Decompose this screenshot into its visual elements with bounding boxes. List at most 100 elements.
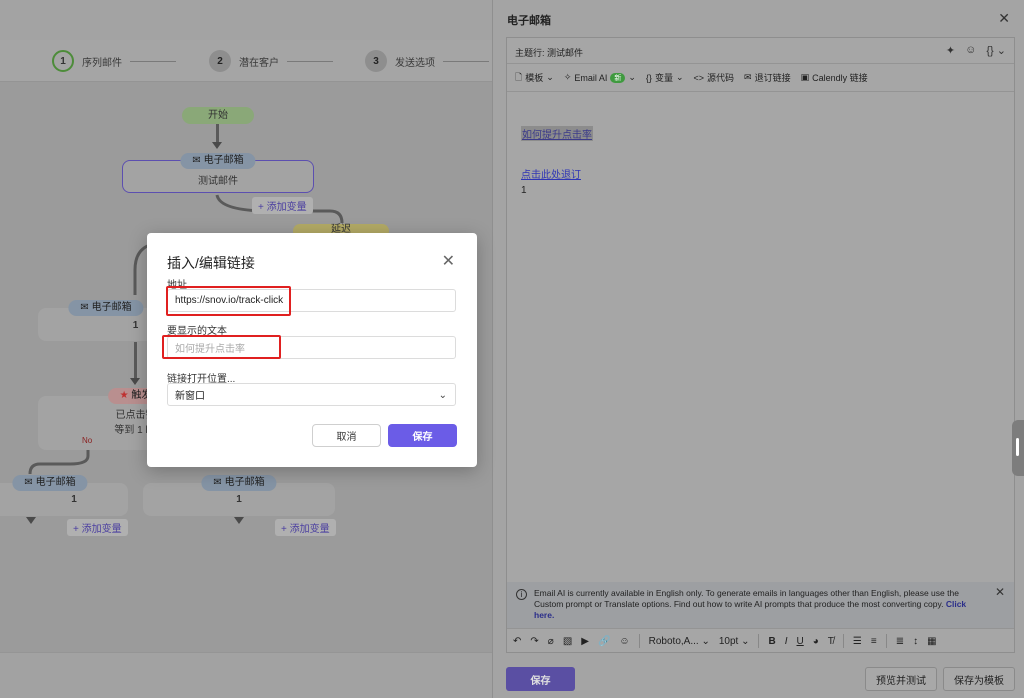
- add-variable-button[interactable]: + 添加变量: [252, 197, 313, 214]
- italic-icon[interactable]: I: [785, 636, 788, 647]
- no-label: No: [82, 436, 93, 445]
- align-icon[interactable]: ≣: [896, 636, 904, 647]
- source-code-button[interactable]: <> 源代码: [694, 71, 735, 84]
- close-icon[interactable]: ✕: [995, 586, 1005, 598]
- new-badge: 新: [610, 72, 626, 83]
- save-button[interactable]: 保存: [506, 667, 575, 691]
- sparkle-icon: ✧: [563, 72, 572, 82]
- calendar-icon: ▣: [800, 72, 810, 82]
- arrow-down-icon: [234, 517, 244, 524]
- close-icon[interactable]: ✕: [998, 10, 1010, 27]
- table-icon[interactable]: ▦: [927, 636, 936, 647]
- unsubscribe-link-button[interactable]: ✉ 退订链接: [744, 71, 791, 84]
- body-text: 1: [521, 185, 527, 196]
- email-tag: ✉ 电子邮箱: [201, 475, 277, 491]
- email-editor[interactable]: 主题行: 测试邮件 ✦ ☺ {} ⌄ 🗋 模板 ⌄ ✧ Email AI 新 ⌄ {} 变量…: [506, 37, 1015, 653]
- chevron-down-icon: ⌄: [438, 390, 447, 401]
- chevron-down-icon: ⌄: [546, 72, 554, 82]
- undo-icon[interactable]: ↶: [513, 636, 521, 647]
- step-3[interactable]: 3 发送选项: [365, 50, 489, 72]
- stepper: 1 序列邮件 2 潜在客户 3 发送选项: [0, 40, 492, 82]
- magic-wand-icon[interactable]: ✦: [946, 44, 955, 57]
- code-icon: <>: [693, 72, 705, 83]
- email-tag: ✉ 电子邮箱: [180, 153, 256, 169]
- email-ai-menu[interactable]: ✧ Email AI 新 ⌄: [564, 72, 636, 83]
- clear-format-icon[interactable]: T̸: [828, 636, 834, 647]
- target-select[interactable]: 新窗口 ⌄: [167, 383, 456, 406]
- braces-icon: {}: [645, 72, 652, 83]
- email-node-count: 1: [71, 494, 77, 505]
- top-bar: [0, 0, 492, 40]
- redo-icon[interactable]: ↷: [530, 636, 538, 647]
- info-icon: i: [516, 589, 527, 600]
- step-number: 1: [52, 50, 74, 72]
- divider: [885, 634, 887, 648]
- line-height-icon[interactable]: ↕: [913, 636, 918, 647]
- numbered-list-icon[interactable]: ≡: [871, 636, 877, 647]
- arrow-down-icon: [130, 378, 140, 385]
- emoji-icon[interactable]: ☺: [965, 44, 976, 57]
- step-label: 序列邮件: [82, 57, 122, 69]
- step-number: 3: [365, 50, 387, 72]
- divider: [638, 634, 640, 648]
- highlight-box: [166, 286, 291, 316]
- body-link-selected[interactable]: 如何提升点击率: [521, 126, 593, 141]
- step-divider: [130, 60, 176, 62]
- bullet-list-icon[interactable]: ☰: [853, 636, 862, 647]
- step-number: 2: [209, 50, 231, 72]
- email-node-4[interactable]: ✉ 电子邮箱 1: [143, 475, 335, 516]
- bold-icon[interactable]: B: [768, 636, 775, 647]
- underline-icon[interactable]: U: [797, 636, 804, 647]
- start-label: 开始: [208, 110, 228, 121]
- insert-link-dialog: 插入/编辑链接 ✕ 地址 https://snov.io/track-click…: [147, 233, 477, 467]
- step-divider: [287, 60, 333, 62]
- calendly-link-button[interactable]: ▣ Calendly 链接: [801, 71, 868, 84]
- attachment-icon[interactable]: ⌀: [548, 636, 554, 647]
- cancel-button[interactable]: 取消: [312, 424, 381, 447]
- chevron-down-icon: ⌄: [628, 72, 636, 82]
- step-1[interactable]: 1 序列邮件: [52, 50, 176, 72]
- email-node-count: 1: [236, 494, 242, 505]
- side-scroll-handle[interactable]: [1012, 420, 1024, 476]
- add-variable-button[interactable]: + 添加变量: [275, 519, 336, 536]
- image-icon[interactable]: ▧: [563, 636, 572, 647]
- template-menu[interactable]: 🗋 模板 ⌄: [515, 70, 554, 86]
- unsubscribe-link[interactable]: 点击此处退订: [521, 166, 581, 181]
- document-icon: 🗋: [515, 71, 523, 82]
- color-palette-icon[interactable]: ◕: [813, 636, 819, 647]
- font-size-select[interactable]: 10pt ⌄: [719, 636, 750, 647]
- target-value: 新窗口: [175, 391, 205, 402]
- variables-menu[interactable]: {} 变量 ⌄: [646, 71, 684, 84]
- video-icon[interactable]: ▶: [581, 636, 589, 647]
- connector: [134, 342, 137, 378]
- variable-braces-icon[interactable]: {} ⌄: [986, 44, 1006, 57]
- font-family-select[interactable]: Roboto,A... ⌄: [649, 636, 710, 647]
- email-ai-info-bar: i Email AI is currently available in Eng…: [507, 582, 1014, 628]
- divider: [842, 634, 844, 648]
- subject-text: 主题行: 测试邮件: [515, 48, 584, 58]
- save-button[interactable]: 保存: [388, 424, 457, 447]
- subject-row[interactable]: 主题行: 测试邮件 ✦ ☺ {} ⌄: [507, 38, 1014, 64]
- email-tag: ✉ 电子邮箱: [12, 475, 88, 491]
- email-node-title: 测试邮件: [198, 176, 238, 187]
- editor-toolbar: 🗋 模板 ⌄ ✧ Email AI 新 ⌄ {} 变量 ⌄ <> 源代码 ✉ 退订链接 ▣ Cale…: [507, 64, 1014, 92]
- info-text: Email AI is currently available in Engli…: [534, 588, 959, 609]
- bottom-bar: [0, 652, 492, 698]
- chevron-down-icon: ⌄: [675, 72, 684, 82]
- link-icon[interactable]: 🔗: [598, 636, 610, 647]
- arrow-down-icon: [26, 517, 36, 524]
- connector: [216, 124, 219, 142]
- step-divider: [443, 60, 489, 62]
- step-2[interactable]: 2 潜在客户: [209, 50, 333, 72]
- save-as-template-button[interactable]: 保存为模板: [943, 667, 1015, 691]
- email-node-3[interactable]: ✉ 电子邮箱 1: [0, 475, 128, 516]
- preview-test-button[interactable]: 预览并测试: [865, 667, 937, 691]
- format-toolbar: ↶ ↷ ⌀ ▧ ▶ 🔗 ☺ Roboto,A... ⌄ 10pt ⌄ B I U…: [507, 628, 1014, 653]
- dialog-title: 插入/编辑链接: [167, 255, 255, 271]
- branch-curve-no: [28, 450, 90, 475]
- close-icon[interactable]: ✕: [442, 251, 455, 271]
- add-variable-button[interactable]: + 添加变量: [67, 519, 128, 536]
- start-node[interactable]: 开始: [182, 107, 254, 124]
- email-node-1[interactable]: ✉ 电子邮箱 测试邮件: [122, 153, 314, 193]
- emoji-icon[interactable]: ☺: [619, 636, 629, 647]
